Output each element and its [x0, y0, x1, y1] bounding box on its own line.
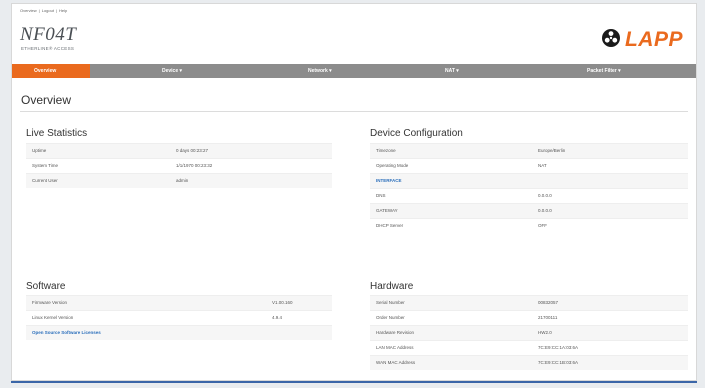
row-value: 4.9.4 — [272, 315, 283, 320]
lapp-symbol-icon — [601, 28, 621, 53]
top-links: Overview | Logout | Help — [20, 8, 69, 13]
table-row: Open Source Software Licenses — [26, 325, 332, 340]
row-label: GATEWAY — [376, 208, 398, 213]
nav-nat[interactable]: NAT ▾ — [445, 64, 459, 78]
table-row: Timezone Europe/Berlin — [370, 143, 688, 158]
row-value: 7C:E9:CC:1B:03:6A — [538, 360, 579, 365]
row-label: DHCP Server — [376, 223, 404, 228]
table-row: Order Number 21700111 — [370, 310, 688, 325]
table-row: Uptime 0 days 00:23:27 — [26, 143, 332, 158]
row-value: OFF — [538, 223, 547, 228]
row-label: Current User — [32, 178, 58, 183]
device-configuration-title: Device Configuration — [370, 128, 463, 139]
row-value: 00832057 — [538, 300, 559, 305]
row-label: Firmware Version — [32, 300, 68, 305]
table-row: LAN MAC Address 7C:E9:CC:1A:03:6A — [370, 340, 688, 355]
table-row: DHCP Server OFF — [370, 218, 688, 233]
main-nav: Overview Device ▾ Network ▾ NAT ▾ Packet… — [12, 64, 696, 78]
table-row: DNS 0.0.0.0 — [370, 188, 688, 203]
row-value: 7C:E9:CC:1A:03:6A — [538, 345, 579, 350]
row-label: Order Number — [376, 315, 405, 320]
overview-link[interactable]: Overview — [20, 8, 37, 13]
divider — [20, 111, 688, 112]
help-link[interactable]: Help — [59, 8, 67, 13]
web-page: Overview | Logout | Help NF04T ETHERLINE® AC… — [11, 3, 697, 381]
nav-network[interactable]: Network ▾ — [308, 64, 332, 78]
logout-link[interactable]: Logout — [42, 8, 54, 13]
live-statistics-title: Live Statistics — [26, 128, 88, 139]
nav-packet-filter[interactable]: Packet Filter ▾ — [587, 64, 621, 78]
row-value: 0 days 00:23:27 — [176, 148, 209, 153]
table-row: Linux Kernel Version 4.9.4 — [26, 310, 332, 325]
row-label: WAN MAC Address — [376, 360, 416, 365]
nav-device[interactable]: Device ▾ — [162, 64, 182, 78]
row-value: 1/1/1970 00:23:32 — [176, 163, 213, 168]
hardware-title: Hardware — [370, 281, 414, 292]
table-row: WAN MAC Address 7C:E9:CC:1B:03:6A — [370, 355, 688, 370]
row-value: Europe/Berlin — [538, 148, 566, 153]
table-row: Operating Mode NAT — [370, 158, 688, 173]
row-value: HW2.0 — [538, 330, 552, 335]
brand-name: LAPP — [624, 28, 683, 51]
software-title: Software — [26, 281, 66, 292]
row-value: 0.0.0.0 — [538, 208, 552, 213]
product-subtitle: ETHERLINE® ACCESS — [21, 46, 75, 51]
row-label: Timezone — [376, 148, 396, 153]
row-value: 0.0.0.0 — [538, 193, 552, 198]
separator: | — [38, 8, 40, 13]
row-label: Operating Mode — [376, 163, 409, 168]
product-logo: NF04T — [20, 24, 77, 45]
table-row: GATEWAY 0.0.0.0 — [370, 203, 688, 218]
table-row: Hardware Revision HW2.0 — [370, 325, 688, 340]
page-title: Overview — [21, 93, 72, 107]
row-label: LAN MAC Address — [376, 345, 414, 350]
row-label: System Time — [32, 163, 59, 168]
row-value: NAT — [538, 163, 547, 168]
table-row: INTERFACE — [370, 173, 688, 188]
row-value: admin — [176, 178, 189, 183]
row-label: Hardware Revision — [376, 330, 415, 335]
page-bottom-border — [11, 381, 697, 383]
table-row: Current User admin — [26, 173, 332, 188]
row-label: DNS — [376, 193, 386, 198]
brand-logo: LAPP — [601, 28, 683, 53]
interface-link[interactable]: INTERFACE — [376, 178, 402, 183]
table-row: Serial Number 00832057 — [370, 295, 688, 310]
open-source-licenses-link[interactable]: Open Source Software Licenses — [32, 330, 101, 335]
row-value: 21700111 — [538, 315, 558, 320]
row-value: V1.00.160 — [272, 300, 293, 305]
separator: | — [55, 8, 57, 13]
row-label: Serial Number — [376, 300, 405, 305]
row-label: Linux Kernel Version — [32, 315, 74, 320]
nav-overview[interactable]: Overview — [12, 64, 90, 78]
row-label: Uptime — [32, 148, 47, 153]
table-row: System Time 1/1/1970 00:23:32 — [26, 158, 332, 173]
table-row: Firmware Version V1.00.160 — [26, 295, 332, 310]
